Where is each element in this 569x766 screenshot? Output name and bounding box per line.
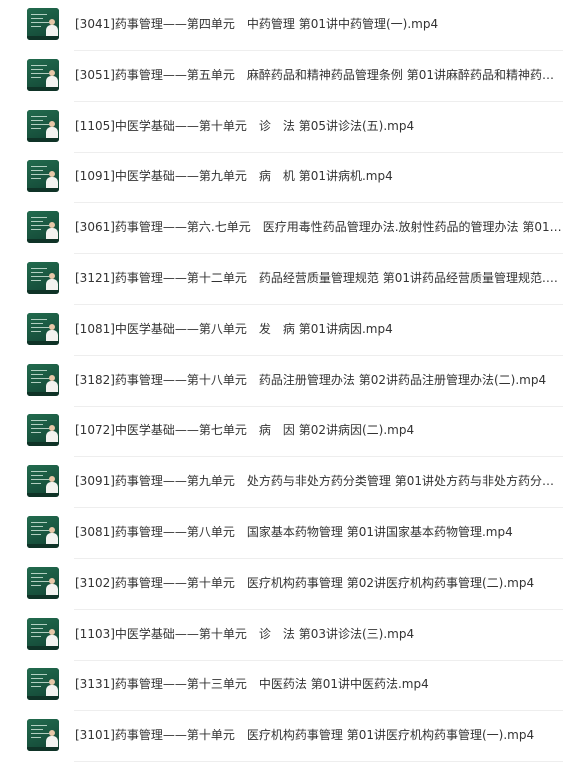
file-name: [3081]药事管理——第八单元 国家基本药物管理 第01讲国家基本药物管理.m…: [75, 525, 513, 539]
video-thumbnail-icon: [27, 465, 59, 498]
file-list-item[interactable]: [3091]药事管理——第九单元 处方药与非处方药分类管理 第01讲处方药与非处…: [0, 457, 569, 509]
video-thumbnail-icon: [27, 719, 59, 752]
file-name: [3091]药事管理——第九单元 处方药与非处方药分类管理 第01讲处方药与非处…: [75, 474, 565, 489]
file-name: [1105]中医学基础——第十单元 诊 法 第05讲诊法(五).mp4: [75, 118, 415, 133]
file-name: [3102]药事管理——第十单元 医疗机构药事管理 第02讲医疗机构药事管理(二…: [75, 575, 535, 590]
file-list-item[interactable]: [3131]药事管理——第十三单元 中医药法 第01讲中医药法.mp4: [0, 660, 569, 712]
file-list-item[interactable]: [3041]药事管理——第四单元 中药管理 第01讲中药管理(一).mp4: [0, 0, 569, 51]
file-list-item[interactable]: [3102]药事管理——第十单元 医疗机构药事管理 第02讲医疗机构药事管理(二…: [0, 559, 569, 610]
file-name: [1072]中医学基础——第七单元 病 因 第02讲病因(二).mp4: [75, 423, 415, 438]
file-name: [1081]中医学基础——第八单元 发 病 第01讲病因.mp4: [75, 321, 393, 336]
file-list: [3041]药事管理——第四单元 中药管理 第01讲中药管理(一).mp4 [30…: [0, 0, 569, 766]
file-name: [3131]药事管理——第十三单元 中医药法 第01讲中医药法.mp4: [75, 677, 429, 692]
file-list-item[interactable]: [3081]药事管理——第八单元 国家基本药物管理 第01讲国家基本药物管理.m…: [0, 508, 569, 559]
video-thumbnail-icon: [27, 211, 59, 244]
file-list-item[interactable]: [1103]中医学基础——第十单元 诊 法 第03讲诊法(三).mp4: [0, 610, 569, 661]
video-thumbnail-icon: [27, 160, 59, 193]
video-thumbnail-icon: [27, 617, 59, 650]
video-thumbnail-icon: [27, 312, 59, 345]
file-list-item[interactable]: [3182]药事管理——第十八单元 药品注册管理办法 第02讲药品注册管理办法(…: [0, 356, 569, 407]
file-name: [3182]药事管理——第十八单元 药品注册管理办法 第02讲药品注册管理办法(…: [75, 372, 547, 387]
file-list-item[interactable]: [3101]药事管理——第十单元 医疗机构药事管理 第01讲医疗机构药事管理(一…: [0, 711, 569, 763]
file-name: [3101]药事管理——第十单元 医疗机构药事管理 第01讲医疗机构药事管理(一…: [75, 728, 535, 743]
video-thumbnail-icon: [27, 262, 59, 294]
video-thumbnail-icon: [27, 58, 59, 91]
file-list-item[interactable]: [1072]中医学基础——第七单元 病 因 第02讲病因(二).mp4: [0, 406, 569, 458]
video-thumbnail-icon: [27, 668, 59, 701]
video-thumbnail-icon: [27, 516, 59, 548]
file-name: [3041]药事管理——第四单元 中药管理 第01讲中药管理(一).mp4: [75, 17, 439, 31]
video-thumbnail-icon: [27, 363, 59, 396]
file-name: [3061]药事管理——第六.七单元 医疗用毒性药品管理办法.放射性药品的管理办…: [75, 220, 565, 235]
file-list-item[interactable]: [3051]药事管理——第五单元 麻醉药品和精神药品管理条例 第01讲麻醉药品和…: [0, 51, 569, 102]
file-list-item[interactable]: [3121]药事管理——第十二单元 药品经营质量管理规范 第01讲药品经营质量管…: [0, 254, 569, 305]
video-thumbnail-icon: [27, 566, 59, 599]
file-name: [3121]药事管理——第十二单元 药品经营质量管理规范 第01讲药品经营质量管…: [75, 271, 565, 285]
file-name: [1091]中医学基础——第九单元 病 机 第01讲病机.mp4: [75, 169, 393, 184]
file-name: [1103]中医学基础——第十单元 诊 法 第03讲诊法(三).mp4: [75, 626, 415, 641]
file-list-item[interactable]: [1081]中医学基础——第八单元 发 病 第01讲病因.mp4: [0, 305, 569, 356]
video-thumbnail-icon: [27, 109, 59, 142]
file-list-item[interactable]: [1091]中医学基础——第九单元 病 机 第01讲病机.mp4: [0, 152, 569, 204]
video-thumbnail-icon: [27, 414, 59, 447]
file-list-item[interactable]: [3061]药事管理——第六.七单元 医疗用毒性药品管理办法.放射性药品的管理办…: [0, 203, 569, 255]
file-name: [3051]药事管理——第五单元 麻醉药品和精神药品管理条例 第01讲麻醉药品和…: [75, 67, 565, 82]
divider: [74, 761, 563, 763]
file-list-item[interactable]: [1105]中医学基础——第十单元 诊 法 第05讲诊法(五).mp4: [0, 102, 569, 153]
video-thumbnail-icon: [27, 8, 59, 40]
